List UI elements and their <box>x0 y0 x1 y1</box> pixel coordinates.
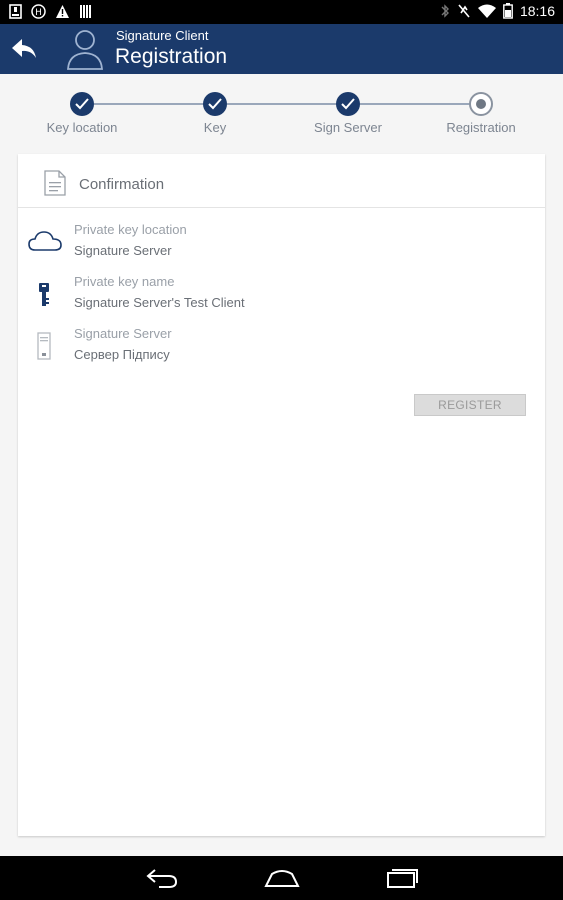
info-row-key-name: Private key name Signature Server's Test… <box>18 274 545 324</box>
step-label-registration: Registration <box>446 120 516 135</box>
server-icon <box>37 332 51 360</box>
recents-nav-icon[interactable] <box>386 866 420 890</box>
info-value: Signature Server's Test Client <box>74 295 245 310</box>
home-nav-icon[interactable] <box>264 866 300 890</box>
key-icon <box>39 283 49 306</box>
step-connector <box>227 103 337 105</box>
app-bar: Signature Client Registration <box>0 24 563 74</box>
card-header: Confirmation <box>18 154 545 208</box>
info-value: Signature Server <box>74 243 172 258</box>
system-nav-bar <box>0 856 563 900</box>
info-value: Сервер Підпису <box>74 347 170 362</box>
app-subtitle: Signature Client <box>116 28 209 43</box>
step-label-key-location: Key location <box>46 120 118 135</box>
step-connector <box>94 103 204 105</box>
step-current-icon <box>469 92 493 116</box>
info-label: Signature Server <box>74 326 172 341</box>
cloud-icon <box>28 231 62 251</box>
back-arrow-icon[interactable] <box>10 36 38 62</box>
status-clock: 18:16 <box>519 3 555 19</box>
info-label: Private key location <box>74 222 187 237</box>
vibrate-icon <box>458 4 470 18</box>
back-nav-icon[interactable] <box>145 866 179 890</box>
info-row-sign-server: Signature Server Сервер Підпису <box>18 326 545 376</box>
notification-download-icon <box>9 4 22 19</box>
step-done-icon <box>203 92 227 116</box>
barcode-icon <box>80 5 91 18</box>
document-icon <box>44 170 66 196</box>
bluetooth-off-icon <box>441 4 449 18</box>
status-bar: H 18:16 <box>0 0 563 24</box>
confirmation-card: Confirmation Private key location Signat… <box>18 154 545 836</box>
svg-text:H: H <box>35 8 42 18</box>
page-title: Registration <box>115 45 228 68</box>
card-title: Confirmation <box>79 176 165 193</box>
step-label-key: Key <box>203 120 227 135</box>
info-label: Private key name <box>74 274 175 289</box>
user-avatar-icon <box>67 30 103 70</box>
battery-icon <box>503 3 513 19</box>
step-connector <box>360 103 470 105</box>
notification-h-icon: H <box>31 4 46 19</box>
warning-icon <box>56 5 69 18</box>
step-label-sign-server: Sign Server <box>314 120 382 135</box>
wifi-icon <box>477 4 496 18</box>
register-button[interactable]: REGISTER <box>414 394 526 416</box>
step-done-icon <box>336 92 360 116</box>
info-row-key-location: Private key location Signature Server <box>18 222 545 272</box>
step-done-icon <box>70 92 94 116</box>
